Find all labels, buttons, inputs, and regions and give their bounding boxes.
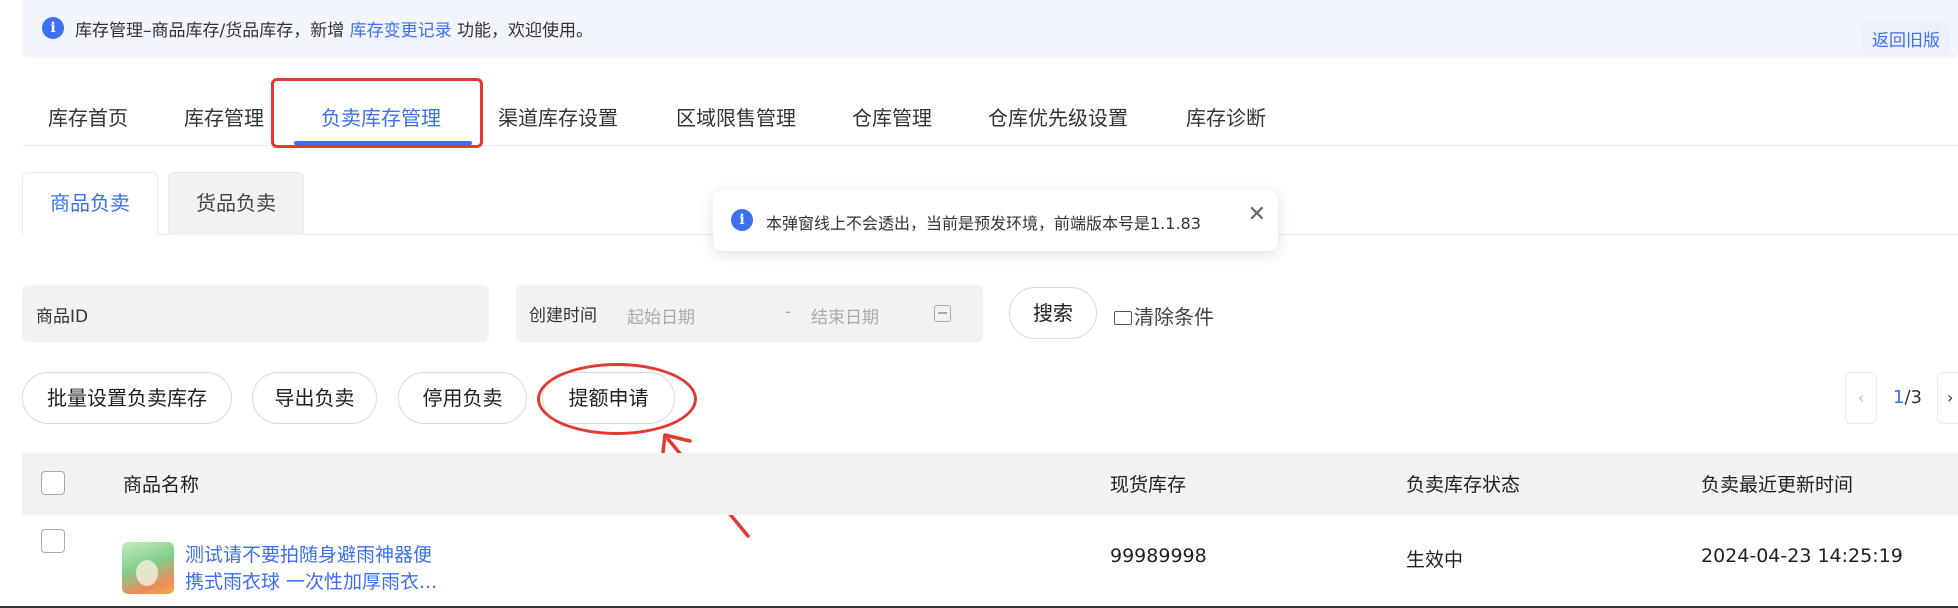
clear-conditions-button[interactable]: 清除条件 <box>1114 301 1214 330</box>
next-page-button[interactable]: › <box>1937 372 1958 424</box>
notice-text: 库存管理–商品库存/货品库存，新增 库存变更记录 功能，欢迎使用。 <box>75 16 593 41</box>
env-toast: i 本弹窗线上不会透出，当前是预发环境，前端版本号是1.1.83 ✕ <box>713 190 1278 251</box>
start-date-input[interactable]: 起始日期 <box>627 303 695 328</box>
tab-inventory-management[interactable]: 库存管理 <box>184 102 264 131</box>
row-checkbox[interactable] <box>41 529 65 553</box>
tab-channel-stock-settings[interactable]: 渠道库存设置 <box>498 102 618 131</box>
inventory-change-log-link[interactable]: 库存变更记录 <box>350 21 452 41</box>
prev-page-button[interactable]: ‹ <box>1845 372 1877 424</box>
product-name-line2: 携式雨衣球 一次性加厚雨衣... <box>185 571 438 593</box>
tab-inventory-diagnosis[interactable]: 库存诊断 <box>1186 102 1266 131</box>
product-id-label: 商品ID <box>36 307 89 327</box>
subtab-goods-negative[interactable]: 货品负卖 <box>168 172 304 235</box>
notice-text-after: 功能，欢迎使用。 <box>457 21 594 41</box>
page-indicator: 1/3 <box>1893 387 1922 408</box>
created-time-range-picker[interactable]: 创建时间 起始日期 - 结束日期 <box>516 285 983 342</box>
back-to-old-version-button[interactable]: 返回旧版 <box>1862 20 1950 56</box>
clear-conditions-label: 清除条件 <box>1134 305 1214 329</box>
header-spot-stock: 现货库存 <box>1110 474 1187 496</box>
table-header: 商品名称 现货库存 负卖库存状态 负卖最近更新时间 <box>22 453 1958 515</box>
spot-stock-value: 99989998 <box>1110 545 1207 567</box>
tab-region-restriction[interactable]: 区域限售管理 <box>676 102 796 131</box>
tab-inventory-home[interactable]: 库存首页 <box>48 102 128 131</box>
disable-negative-button[interactable]: 停用负卖 <box>398 372 527 424</box>
search-button[interactable]: 搜索 <box>1009 287 1097 339</box>
calendar-icon[interactable] <box>934 305 951 322</box>
date-separator: - <box>785 302 792 322</box>
subtab-product-negative[interactable]: 商品负卖 <box>22 172 158 235</box>
product-name-link[interactable]: 测试请不要拍随身避雨神器便 携式雨衣球 一次性加厚雨衣... <box>185 542 437 596</box>
notice-text-before: 库存管理–商品库存/货品库存，新增 <box>75 21 345 41</box>
header-negative-status: 负卖库存状态 <box>1406 474 1521 496</box>
header-negative-updated: 负卖最近更新时间 <box>1701 474 1854 496</box>
notice-bar: i 库存管理–商品库存/货品库存，新增 库存变更记录 功能，欢迎使用。 返回旧版 <box>22 0 1958 58</box>
close-icon[interactable]: ✕ <box>1248 204 1266 226</box>
header-product-name: 商品名称 <box>123 474 200 496</box>
select-all-checkbox[interactable] <box>41 471 65 495</box>
info-icon: i <box>42 17 64 39</box>
negative-status-value: 生效中 <box>1406 549 1464 571</box>
negative-updated-value: 2024-04-23 14:25:19 <box>1701 545 1903 567</box>
product-thumbnail[interactable] <box>122 542 174 594</box>
created-time-label: 创建时间 <box>529 306 597 326</box>
tab-warehouse-priority[interactable]: 仓库优先级设置 <box>988 102 1128 131</box>
info-icon: i <box>731 209 753 231</box>
toast-text: 本弹窗线上不会透出，当前是预发环境，前端版本号是1.1.83 <box>766 214 1201 233</box>
current-page: 1 <box>1893 387 1905 408</box>
batch-set-negative-stock-button[interactable]: 批量设置负卖库存 <box>22 372 232 424</box>
product-id-input[interactable]: 商品ID <box>22 285 489 342</box>
tab-warehouse-management[interactable]: 仓库管理 <box>852 102 932 131</box>
table-row: 测试请不要拍随身避雨神器便 携式雨衣球 一次性加厚雨衣... 99989998 … <box>22 515 1958 608</box>
total-pages: /3 <box>1904 387 1922 408</box>
end-date-input[interactable]: 结束日期 <box>811 303 879 328</box>
export-negative-button[interactable]: 导出负卖 <box>252 372 377 424</box>
tab-highlight-annotation <box>271 78 483 148</box>
product-name-line1: 测试请不要拍随身避雨神器便 <box>185 544 433 566</box>
eraser-icon <box>1114 311 1132 325</box>
